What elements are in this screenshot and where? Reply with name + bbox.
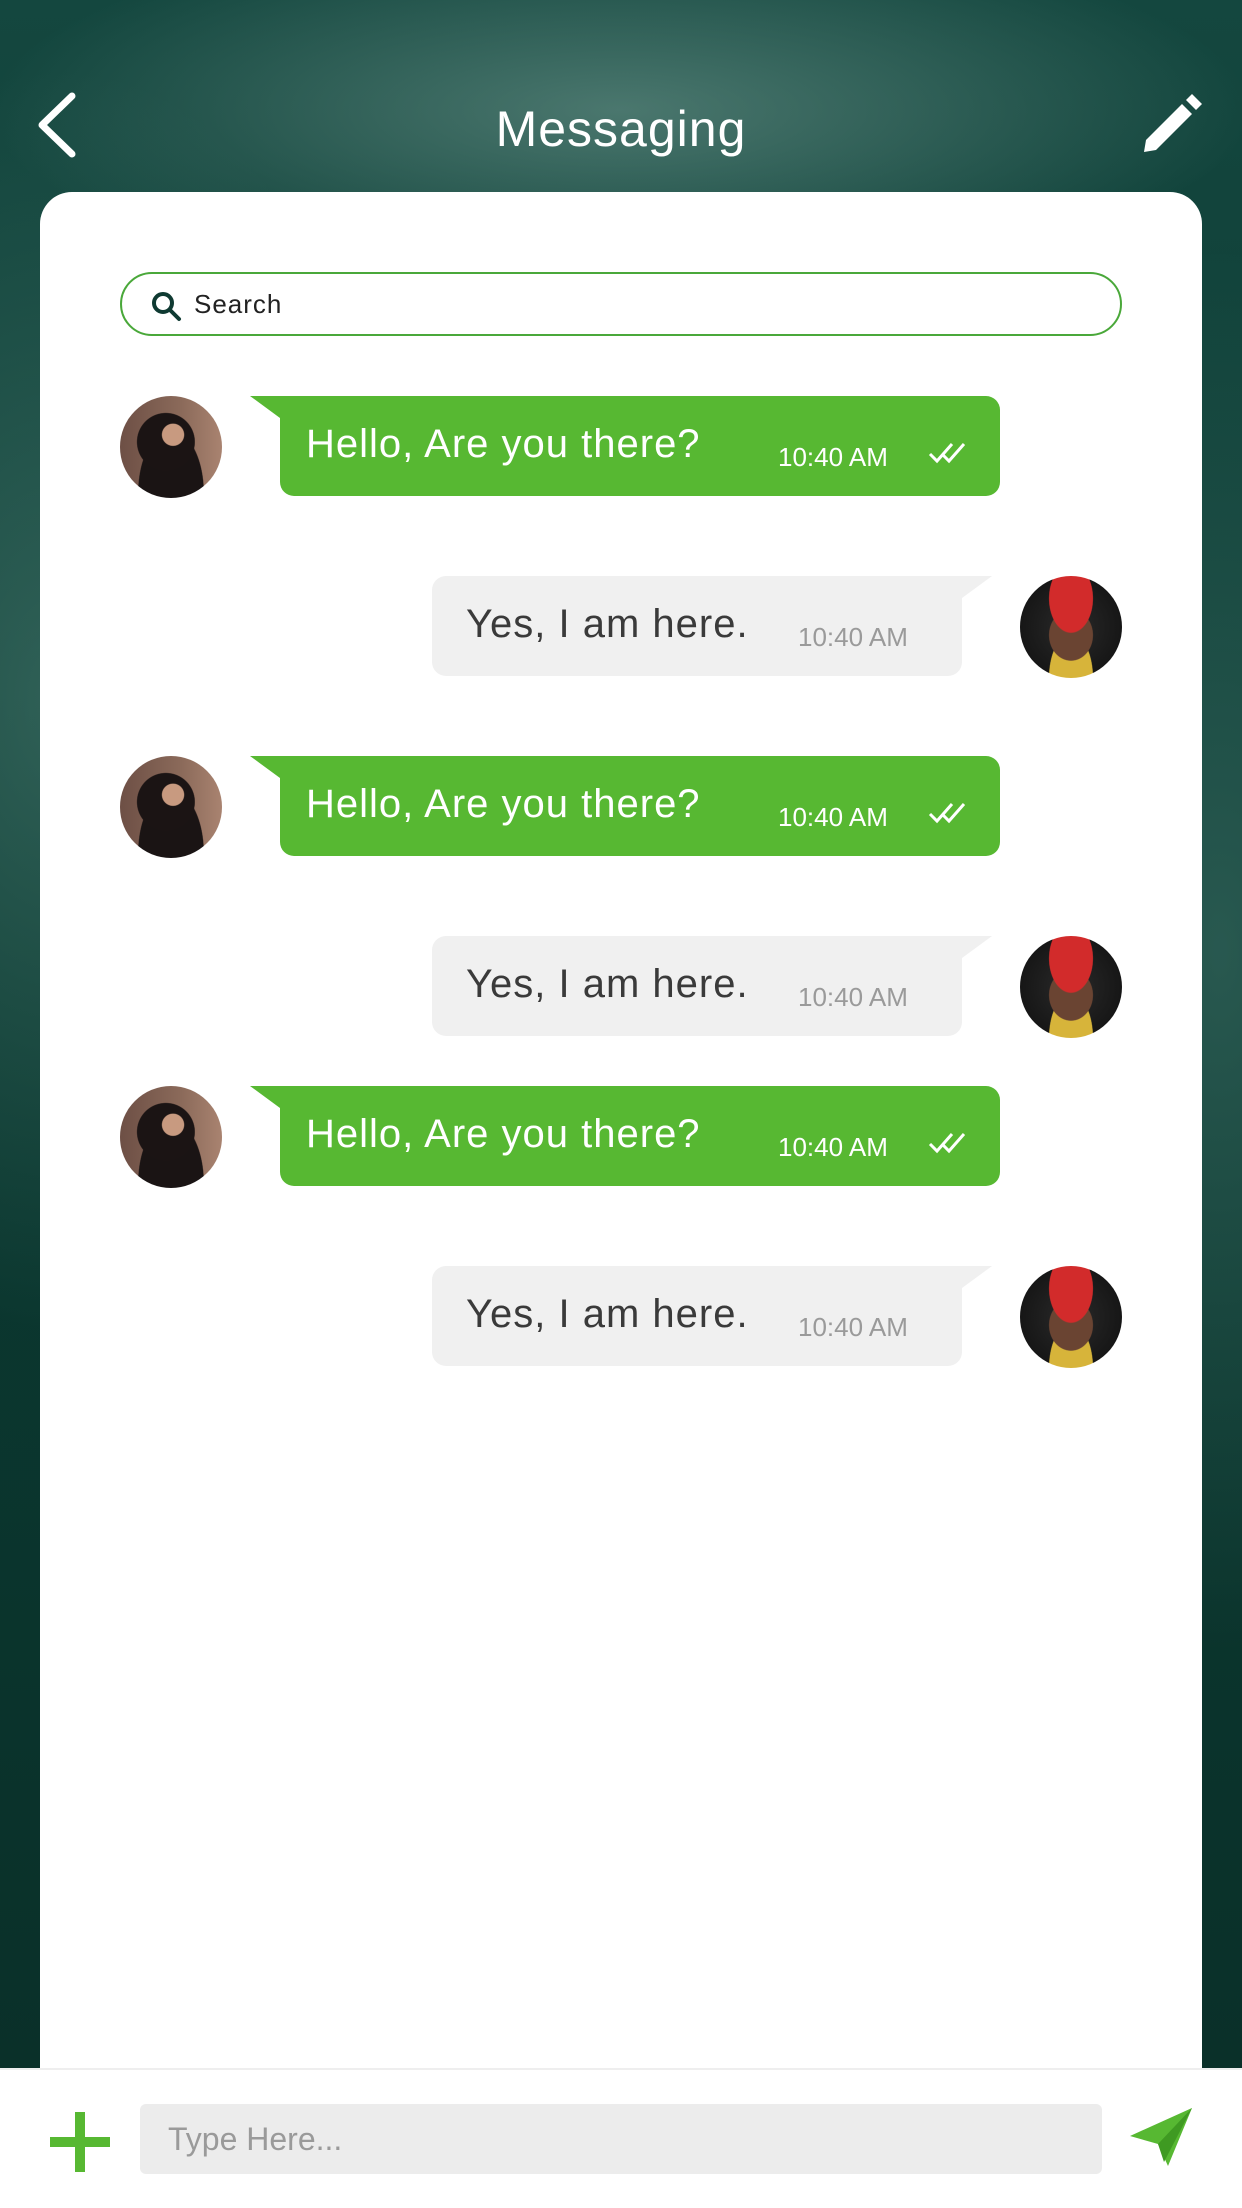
message-time: 10:40 AM [798, 1312, 908, 1342]
message-bubble-received[interactable]: Yes, I am here. 10:40 AM [432, 576, 992, 676]
message-bubble-received[interactable]: Yes, I am here. 10:40 AM [432, 1266, 992, 1366]
message-bubble-sent[interactable]: Hello, Are you there? 10:40 AM [250, 396, 1000, 496]
double-check-icon [928, 1133, 966, 1154]
search-icon [152, 292, 181, 321]
message-text: Hello, Are you there? [306, 422, 701, 466]
page-title: Messaging [495, 101, 747, 157]
double-check-icon [928, 443, 966, 464]
avatar[interactable] [1020, 936, 1122, 1038]
message-bubble-sent[interactable]: Hello, Are you there? 10:40 AM [250, 1086, 1000, 1186]
message-composer [0, 2068, 1242, 2208]
message-bubble-sent[interactable]: Hello, Are you there? 10:40 AM [250, 756, 1000, 856]
message-time: 10:40 AM [778, 1132, 888, 1162]
send-button[interactable] [1128, 2106, 1194, 2168]
double-check-icon [928, 803, 966, 824]
message-bubble-received[interactable]: Yes, I am here. 10:40 AM [432, 936, 992, 1036]
message-time: 10:40 AM [778, 802, 888, 832]
avatar[interactable] [120, 396, 222, 498]
message-text: Yes, I am here. [466, 1292, 749, 1336]
header: Messaging [0, 60, 1242, 190]
plus-icon [50, 2112, 110, 2172]
search-input[interactable] [194, 284, 1094, 324]
avatar[interactable] [1020, 1266, 1122, 1368]
message-text: Hello, Are you there? [306, 782, 701, 826]
avatar[interactable] [120, 1086, 222, 1188]
add-attachment-button[interactable] [48, 2110, 112, 2174]
avatar[interactable] [1020, 576, 1122, 678]
avatar[interactable] [120, 756, 222, 858]
conversation-panel: Hello, Are you there? 10:40 AM Yes, I am… [40, 192, 1202, 2072]
message-time: 10:40 AM [798, 982, 908, 1012]
paper-plane-icon [1130, 2108, 1192, 2166]
pencil-icon [1144, 94, 1202, 152]
search-bar[interactable] [120, 272, 1122, 336]
message-time: 10:40 AM [798, 622, 908, 652]
message-text: Yes, I am here. [466, 962, 749, 1006]
message-text: Yes, I am here. [466, 602, 749, 646]
message-input[interactable] [168, 2118, 1068, 2160]
message-time: 10:40 AM [778, 442, 888, 472]
message-text: Hello, Are you there? [306, 1112, 701, 1156]
message-input-field[interactable] [140, 2104, 1102, 2174]
compose-button[interactable] [1136, 90, 1206, 160]
